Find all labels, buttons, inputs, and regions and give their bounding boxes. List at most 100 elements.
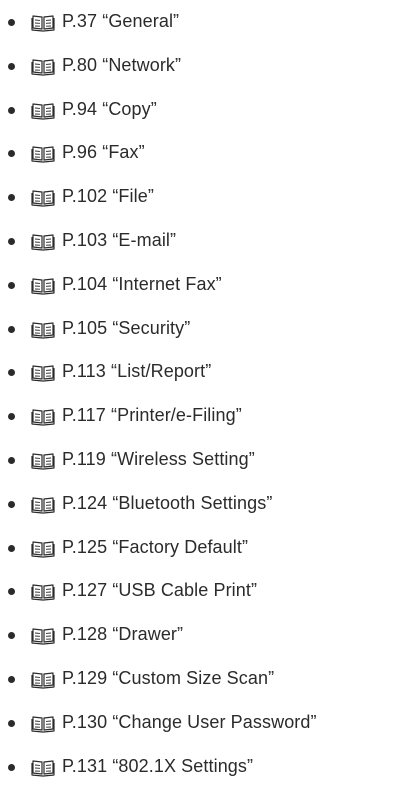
bullet-icon: [8, 106, 15, 114]
book-icon: [31, 584, 55, 601]
page-reference-link[interactable]: P.94 “Copy”: [62, 99, 157, 120]
page-reference-link[interactable]: P.129 “Custom Size Scan”: [62, 668, 274, 689]
book-icon: [31, 234, 55, 251]
book-icon: [31, 278, 55, 295]
page-number: P.128: [62, 624, 108, 645]
page-number: P.94: [62, 98, 98, 119]
bullet-icon: [8, 457, 15, 464]
page-reference-link[interactable]: P.113 “List/Report”: [62, 361, 211, 382]
book-icon: [31, 540, 55, 558]
section-title: “Bluetooth Settings”: [112, 492, 273, 513]
book-icon: [31, 628, 55, 645]
page-number: P.125: [62, 536, 108, 557]
section-title: “USB Cable Print”: [112, 580, 258, 601]
page-reference-link[interactable]: P.119 “Wireless Setting”: [62, 449, 255, 470]
section-title: “Internet Fax”: [112, 273, 222, 294]
section-title: “Change User Password”: [112, 711, 317, 732]
reference-item: P.125 “Factory Default”: [0, 533, 416, 563]
page-number: P.119: [62, 449, 106, 469]
reference-item: P.131 “802.1X Settings”: [0, 752, 416, 782]
page-number: P.113: [62, 361, 106, 382]
section-title: “List/Report”: [111, 361, 212, 382]
section-title: “802.1X Settings”: [112, 755, 254, 776]
bullet-icon: [8, 194, 15, 202]
page-reference-link[interactable]: P.127 “USB Cable Print”: [62, 580, 257, 601]
bullet-icon: [8, 500, 15, 508]
book-icon: [31, 190, 55, 207]
reference-item: P.80 “Network”: [0, 51, 416, 81]
bullet-icon: [8, 763, 15, 771]
section-title: “Drawer”: [112, 624, 184, 645]
page-reference-link[interactable]: P.131 “802.1X Settings”: [62, 756, 253, 777]
page-number: P.104: [62, 273, 108, 294]
book-icon: [31, 15, 55, 32]
section-title: “E-mail”: [112, 230, 177, 250]
section-title: “Factory Default”: [112, 536, 249, 557]
page-number: P.80: [62, 54, 98, 75]
page-reference-link[interactable]: P.104 “Internet Fax”: [62, 274, 222, 295]
page-reference-link[interactable]: P.125 “Factory Default”: [62, 537, 248, 558]
reference-item: P.96 “Fax”: [0, 138, 416, 168]
page-number: P.129: [62, 668, 108, 688]
section-title: “Network”: [102, 54, 182, 75]
page-number: P.131: [62, 755, 108, 776]
reference-item: P.117 “Printer/e-Filing”: [0, 401, 416, 431]
page-number: P.130: [62, 711, 108, 732]
reference-item: P.130 “Change User Password”: [0, 708, 416, 738]
bullet-icon: [8, 150, 15, 158]
bullet-icon: [8, 19, 15, 26]
page-reference-link[interactable]: P.96 “Fax”: [62, 142, 145, 163]
book-icon: [31, 365, 55, 382]
bullet-icon: [8, 676, 15, 683]
bullet-icon: [8, 632, 15, 640]
reference-item: P.113 “List/Report”: [0, 357, 416, 387]
reference-item: P.103 “E-mail”: [0, 226, 416, 256]
page-reference-link[interactable]: P.128 “Drawer”: [62, 624, 183, 645]
page-reference-link[interactable]: P.80 “Network”: [62, 55, 181, 76]
page-number: P.37: [62, 11, 98, 31]
bullet-icon: [8, 413, 15, 421]
page-reference-link[interactable]: P.130 “Change User Password”: [62, 712, 317, 733]
section-title: “Fax”: [102, 142, 145, 163]
book-icon: [31, 453, 55, 470]
page-reference-link[interactable]: P.103 “E-mail”: [62, 230, 176, 251]
page-number: P.124: [62, 492, 108, 513]
book-icon: [31, 102, 55, 120]
book-icon: [31, 672, 55, 689]
bullet-icon: [8, 719, 15, 727]
section-title: “Wireless Setting”: [111, 449, 255, 469]
bullet-icon: [8, 369, 15, 377]
page-reference-link[interactable]: P.102 “File”: [62, 186, 154, 207]
section-title: “Copy”: [102, 98, 157, 119]
reference-item: P.102 “File”: [0, 182, 416, 212]
page-reference-link[interactable]: P.124 “Bluetooth Settings”: [62, 493, 272, 514]
bullet-icon: [8, 281, 15, 289]
bullet-icon: [8, 588, 15, 596]
reference-item: P.129 “Custom Size Scan”: [0, 664, 416, 694]
section-title: “Security”: [112, 317, 191, 338]
page-number: P.102: [62, 186, 108, 207]
page-number: P.96: [62, 142, 98, 163]
reference-item: P.124 “Bluetooth Settings”: [0, 489, 416, 519]
reference-item: P.105 “Security”: [0, 314, 416, 344]
reference-item: P.119 “Wireless Setting”: [0, 445, 416, 475]
book-icon: [31, 716, 55, 733]
book-icon: [31, 759, 55, 777]
book-icon: [31, 321, 55, 339]
page-reference-link[interactable]: P.37 “General”: [62, 11, 179, 32]
reference-item: P.94 “Copy”: [0, 95, 416, 125]
page-number: P.103: [62, 230, 108, 250]
reference-item: P.37 “General”: [0, 7, 416, 37]
book-icon: [31, 497, 55, 514]
book-icon: [31, 59, 55, 76]
book-icon: [31, 146, 55, 163]
bullet-icon: [8, 238, 15, 245]
section-title: “General”: [102, 11, 180, 31]
page-reference-link[interactable]: P.117 “Printer/e-Filing”: [62, 405, 242, 426]
reference-item: P.128 “Drawer”: [0, 620, 416, 650]
page-reference-link[interactable]: P.105 “Security”: [62, 318, 190, 339]
section-title: “Printer/e-Filing”: [111, 405, 242, 426]
page-number: P.127: [62, 580, 108, 601]
page-number: P.117: [62, 405, 106, 426]
section-title: “File”: [112, 186, 154, 207]
